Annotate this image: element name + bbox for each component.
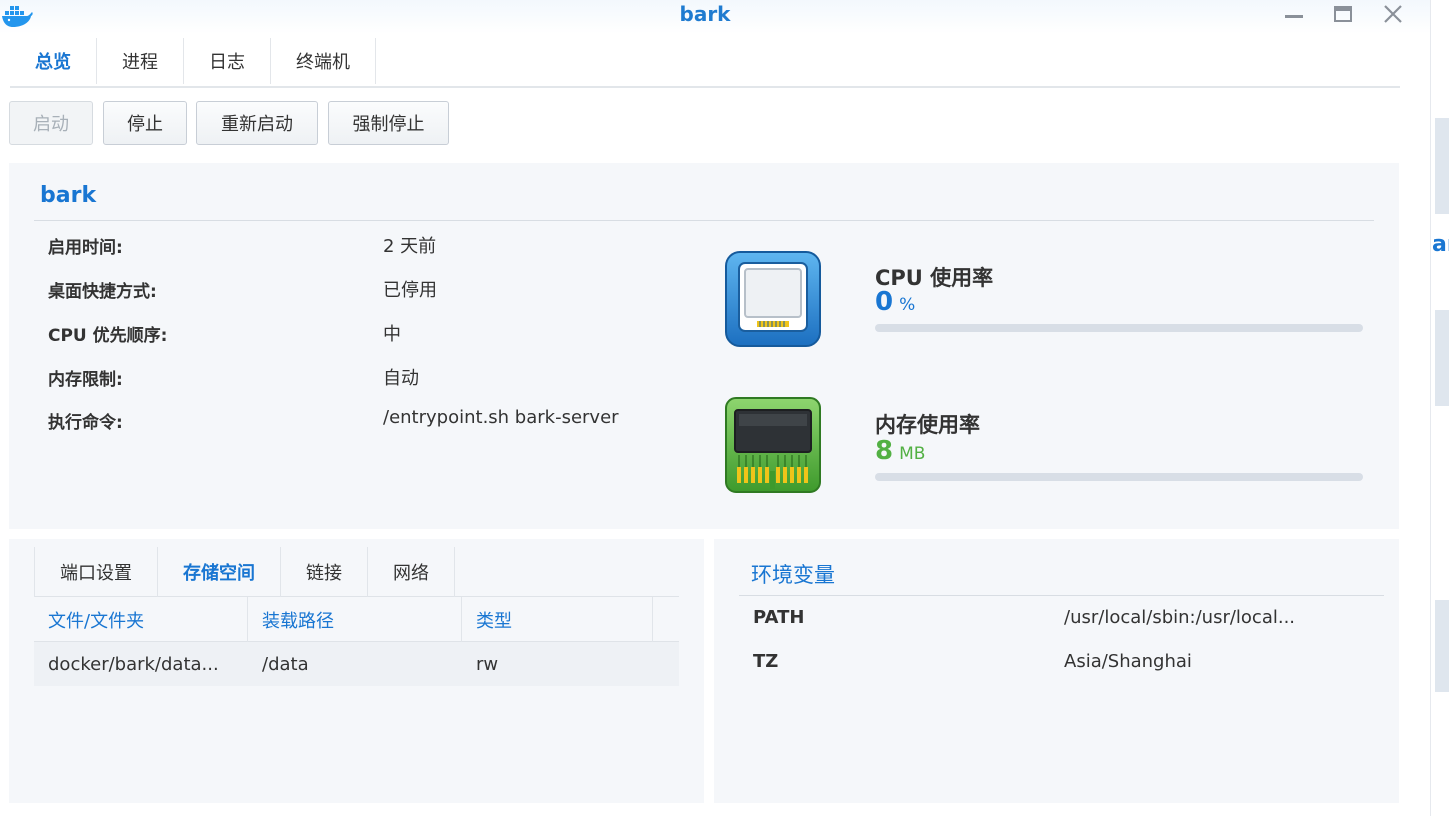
command-value: /entrypoint.sh bark-server [383,407,619,428]
maximize-icon [1334,6,1352,22]
memory-usage-title: 内存使用率 [875,413,980,437]
memory-module-icon [725,397,821,493]
background-window-edge: ar [1430,0,1449,816]
mount-path-cell: /data [262,653,309,675]
memory-usage-readout: 8 MB [875,436,925,466]
tab-port-settings[interactable]: 端口设置 [34,547,157,597]
minimize-button[interactable] [1279,0,1309,28]
stop-button[interactable]: 停止 [103,101,187,145]
background-panel [1435,118,1449,214]
close-icon [1384,5,1402,23]
memory-usage-value: 8 [875,436,894,466]
memory-usage-bar [875,473,1363,481]
table-row[interactable]: docker/bark/data... /data rw [34,642,679,686]
env-key-tz: TZ [753,651,779,672]
memory-limit-label: 内存限制: [48,370,123,390]
settings-tab-bar: 端口设置 存储空间 链接 网络 [34,547,679,597]
tab-terminal[interactable]: 终端机 [271,38,376,84]
type-cell: rw [476,653,499,675]
title-bar[interactable]: bark [0,0,1430,34]
start-button[interactable]: 启动 [9,101,93,145]
window-title: bark [679,2,731,26]
column-header-type[interactable]: 类型 [462,597,653,642]
cpu-chip-icon [725,251,821,347]
column-header-mount-path[interactable]: 装载路径 [248,597,462,642]
env-value-path: /usr/local/sbin:/usr/local... [1064,607,1296,628]
background-panel [1435,600,1449,692]
env-value-tz: Asia/Shanghai [1064,651,1192,672]
cpu-usage-value: 0 [875,287,894,317]
restart-button[interactable]: 重新启动 [196,101,318,145]
storage-table-header: 文件/文件夹 装载路径 类型 [34,597,679,642]
main-tab-bar: 总览 进程 日志 终端机 [10,38,1400,88]
tab-logs[interactable]: 日志 [184,38,271,84]
force-stop-button[interactable]: 强制停止 [328,101,449,145]
environment-panel: 环境变量 PATH /usr/local/sbin:/usr/local... … [714,539,1399,803]
container-name: bark [40,183,97,208]
cpu-usage-bar [875,324,1363,332]
background-panel [1435,310,1449,406]
desktop-shortcut-label: 桌面快捷方式: [48,282,157,302]
divider [34,220,1374,221]
tab-processes[interactable]: 进程 [97,38,184,84]
tab-links[interactable]: 链接 [280,547,367,597]
close-button[interactable] [1378,0,1408,28]
overview-panel: bark 启用时间: 2 天前 桌面快捷方式: 已停用 CPU 优先顺序: 中 … [9,163,1399,529]
environment-title: 环境变量 [751,563,835,587]
maximize-button[interactable] [1328,0,1358,28]
command-label: 执行命令: [48,413,123,433]
cpu-priority-label: CPU 优先顺序: [48,326,168,346]
background-partial-text: ar [1432,232,1449,257]
tab-network[interactable]: 网络 [367,547,455,597]
uptime-label: 启用时间: [48,238,123,258]
tab-overview[interactable]: 总览 [10,38,97,84]
docker-container-window: bark 总览 进程 日志 终端机 启动 停止 重新启动 强制停止 bark 启… [0,0,1430,816]
memory-usage-unit: MB [899,444,926,464]
desktop-shortcut-value: 已停用 [383,280,437,301]
column-header-file[interactable]: 文件/文件夹 [34,597,248,642]
env-key-path: PATH [753,607,805,628]
cpu-priority-value: 中 [383,324,401,345]
tab-storage[interactable]: 存储空间 [157,547,280,597]
cpu-usage-readout: 0% [875,287,915,317]
file-cell: docker/bark/data... [48,653,219,675]
cpu-usage-unit: % [899,295,916,315]
settings-panel: 端口设置 存储空间 链接 网络 文件/文件夹 装载路径 类型 docker/ba… [9,539,704,803]
memory-limit-value: 自动 [383,368,419,389]
uptime-value: 2 天前 [383,236,437,257]
divider [739,595,1384,596]
minimize-icon [1285,15,1303,18]
